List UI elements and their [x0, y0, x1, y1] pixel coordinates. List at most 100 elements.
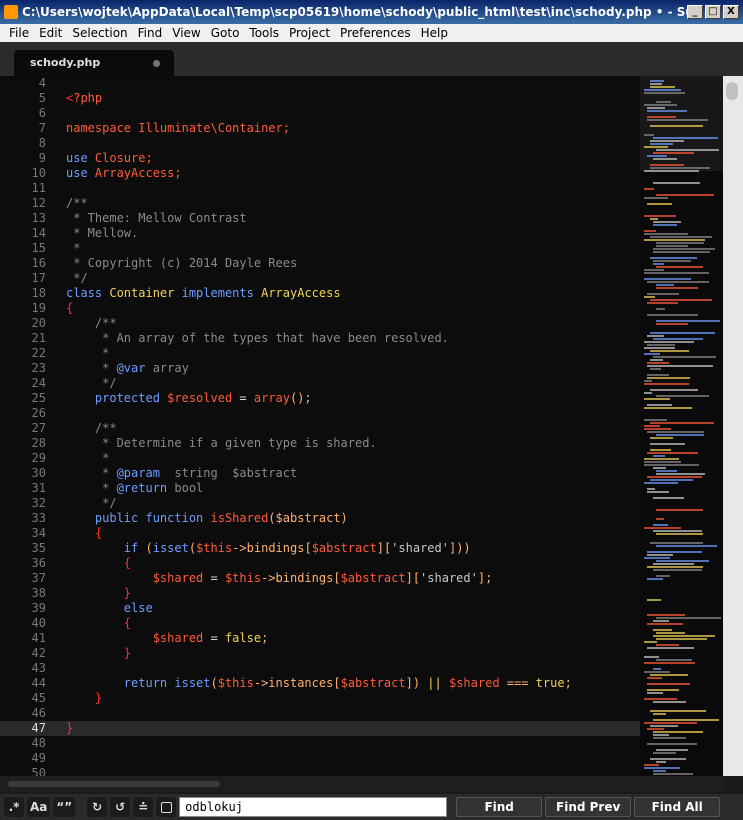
line-number: 50: [31, 766, 46, 776]
find-prev-button[interactable]: Find Prev: [545, 797, 632, 817]
menu-goto[interactable]: Goto: [206, 26, 245, 40]
menu-view[interactable]: View: [167, 26, 205, 40]
minimap-line: [653, 182, 700, 184]
code-line[interactable]: *: [60, 346, 640, 361]
menu-file[interactable]: File: [4, 26, 34, 40]
whole-word-toggle[interactable]: “”: [53, 797, 76, 817]
code-line[interactable]: [60, 406, 640, 421]
code-line[interactable]: public function isShared($abstract): [60, 511, 640, 526]
code-line[interactable]: * @return bool: [60, 481, 640, 496]
code-line[interactable]: *: [60, 241, 640, 256]
code-line[interactable]: *: [60, 451, 640, 466]
code-line[interactable]: {: [60, 301, 640, 316]
code-line[interactable]: /**: [60, 316, 640, 331]
unsaved-dot-icon[interactable]: [153, 60, 160, 67]
code-line[interactable]: * @var array: [60, 361, 640, 376]
maximize-button[interactable]: □: [705, 5, 721, 19]
code-line[interactable]: * Mellow.: [60, 226, 640, 241]
line-number: 42: [31, 646, 46, 660]
code-line[interactable]: namespace Illuminate\Container;: [60, 121, 640, 136]
code-line[interactable]: [60, 181, 640, 196]
code-line[interactable]: {: [60, 526, 640, 541]
menu-preferences[interactable]: Preferences: [335, 26, 416, 40]
menu-edit[interactable]: Edit: [34, 26, 67, 40]
code-line[interactable]: */: [60, 496, 640, 511]
code-editor[interactable]: 4 5 6 7 8 9 10 11 12 13 14 15 16 17 18 19 20 21 22 23 24 25 26…: [0, 76, 723, 776]
line-number: 7: [38, 121, 46, 135]
code-line[interactable]: use ArrayAccess;: [60, 166, 640, 181]
code-line[interactable]: <?php: [60, 91, 640, 106]
tab-label: schody.php: [30, 56, 101, 69]
show-context-toggle[interactable]: [156, 797, 177, 817]
code-line[interactable]: }: [60, 586, 640, 601]
code-line[interactable]: if (isset($this->bindings[$abstract]['sh…: [60, 541, 640, 556]
code-line[interactable]: [60, 706, 640, 721]
code-line[interactable]: [60, 751, 640, 766]
minimize-button[interactable]: _: [687, 5, 703, 19]
minimap-line: [647, 377, 690, 379]
code-line[interactable]: [60, 736, 640, 751]
minimap-line: [647, 362, 669, 364]
code-line[interactable]: * @param string $abstract: [60, 466, 640, 481]
code-line[interactable]: * Copyright (c) 2014 Dayle Rees: [60, 256, 640, 271]
highlight-matches-toggle[interactable]: ≐: [133, 797, 154, 817]
code-line[interactable]: }: [60, 691, 640, 706]
close-button[interactable]: X: [723, 5, 739, 19]
code-line[interactable]: [60, 766, 640, 776]
minimap-line: [650, 674, 688, 676]
minimap-line: [650, 389, 698, 391]
menu-help[interactable]: Help: [416, 26, 453, 40]
code-line[interactable]: */: [60, 271, 640, 286]
find-all-button[interactable]: Find All: [634, 797, 721, 817]
line-number: 44: [31, 676, 46, 690]
minimap[interactable]: [640, 76, 723, 776]
minimap-line: [644, 230, 656, 232]
code-line[interactable]: protected $resolved = array();: [60, 391, 640, 406]
code-line[interactable]: [60, 661, 640, 676]
find-input[interactable]: [179, 797, 448, 817]
code-area[interactable]: <?php namespace Illuminate\Container; us…: [60, 76, 640, 776]
wrap-toggle[interactable]: ↻: [87, 797, 108, 817]
code-line[interactable]: else: [60, 601, 640, 616]
horizontal-scrollbar-thumb[interactable]: [8, 781, 220, 787]
code-line[interactable]: * An array of the types that have been r…: [60, 331, 640, 346]
vertical-scrollbar[interactable]: [723, 76, 743, 776]
minimap-line: [656, 470, 677, 472]
code-line[interactable]: [60, 76, 640, 91]
code-line[interactable]: $shared = $this->bindings[$abstract]['sh…: [60, 571, 640, 586]
code-line[interactable]: use Closure;: [60, 151, 640, 166]
code-line[interactable]: }: [60, 646, 640, 661]
code-line[interactable]: $shared = false;: [60, 631, 640, 646]
minimap-line: [644, 269, 664, 271]
code-line[interactable]: class Container implements ArrayAccess: [60, 286, 640, 301]
minimap-line: [656, 659, 692, 661]
code-line[interactable]: /**: [60, 196, 640, 211]
menu-tools[interactable]: Tools: [244, 26, 284, 40]
code-line[interactable]: [60, 136, 640, 151]
code-line[interactable]: }: [60, 721, 640, 736]
title-bar: C:\Users\wojtek\AppData\Local\Temp\scp05…: [0, 0, 743, 24]
code-line[interactable]: return isset($this->instances[$abstract]…: [60, 676, 640, 691]
in-selection-toggle[interactable]: ↺: [110, 797, 131, 817]
regex-toggle[interactable]: .*: [4, 797, 24, 817]
code-line[interactable]: [60, 106, 640, 121]
horizontal-scrollbar[interactable]: [0, 776, 723, 792]
menu-project[interactable]: Project: [284, 26, 335, 40]
code-line[interactable]: /**: [60, 421, 640, 436]
code-line[interactable]: {: [60, 616, 640, 631]
vertical-scrollbar-thumb[interactable]: [726, 82, 738, 100]
minimap-line: [656, 632, 685, 634]
code-line[interactable]: {: [60, 556, 640, 571]
line-number: 19: [31, 301, 46, 315]
menu-find[interactable]: Find: [133, 26, 168, 40]
tab-schody-php[interactable]: schody.php: [14, 50, 174, 76]
code-line[interactable]: * Theme: Mellow Contrast: [60, 211, 640, 226]
code-line[interactable]: * Determine if a given type is shared.: [60, 436, 640, 451]
minimap-line: [650, 443, 685, 445]
code-line[interactable]: */: [60, 376, 640, 391]
menu-selection[interactable]: Selection: [67, 26, 132, 40]
minimap-line: [653, 224, 677, 226]
case-sensitive-toggle[interactable]: Aa: [27, 797, 51, 817]
find-button[interactable]: Find: [456, 797, 543, 817]
minimap-line: [647, 281, 709, 283]
